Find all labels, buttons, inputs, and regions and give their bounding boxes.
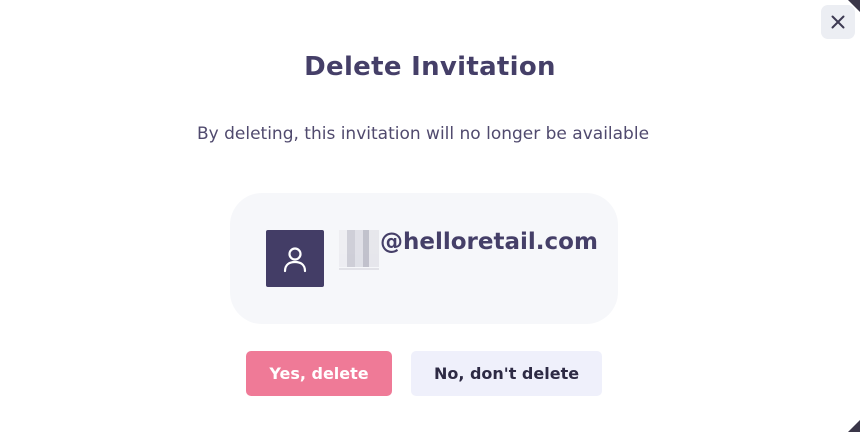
dialog-message: By deleting, this invitation will no lon… [196, 124, 650, 144]
cancel-delete-button[interactable]: No, don't delete [411, 351, 602, 396]
invitee-email: @helloretail.com [380, 229, 598, 255]
user-icon [283, 246, 307, 272]
window-corner-decoration-bottom [848, 420, 860, 432]
dialog-title: Delete Invitation [304, 52, 556, 82]
avatar [266, 230, 324, 287]
confirm-delete-button[interactable]: Yes, delete [246, 351, 392, 396]
redacted-email-username [339, 230, 379, 270]
close-icon [831, 15, 845, 29]
close-button[interactable] [821, 5, 855, 39]
